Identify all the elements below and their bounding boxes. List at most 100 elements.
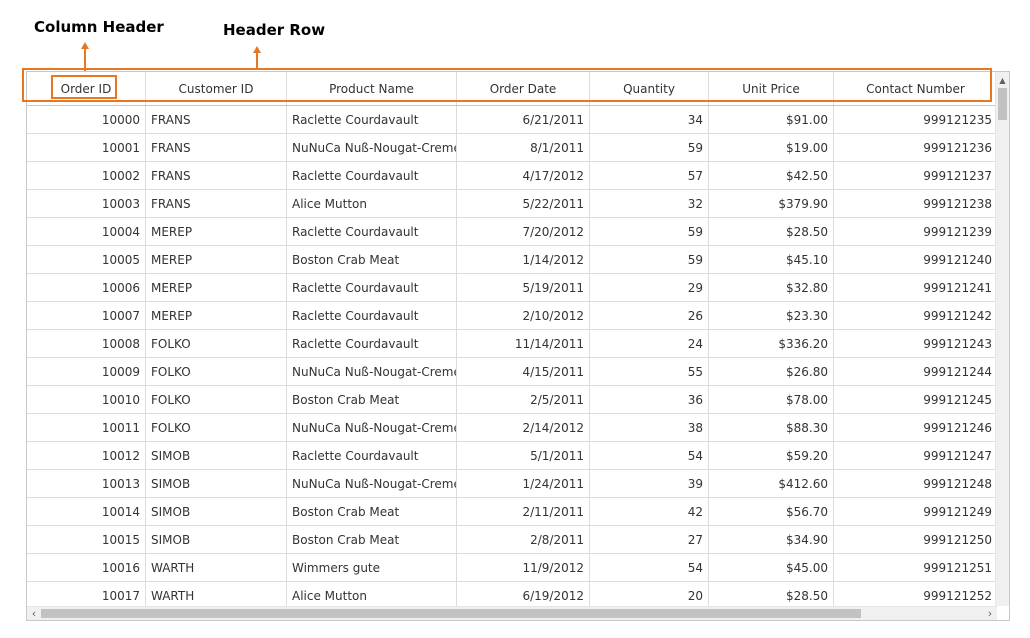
customer-id-cell[interactable]: FRANS — [146, 106, 287, 133]
unit-price-cell[interactable]: $32.80 — [709, 274, 834, 301]
product-name-cell[interactable]: Boston Crab Meat — [287, 246, 457, 273]
unit-price-cell[interactable]: $379.90 — [709, 190, 834, 217]
order-date-cell[interactable]: 5/22/2011 — [457, 190, 590, 217]
table-row[interactable]: 10012 SIMOB Raclette Courdavault 5/1/2011 54… — [27, 442, 997, 470]
order-date-cell[interactable]: 6/19/2012 — [457, 582, 590, 606]
order-id-cell[interactable]: 10014 — [27, 498, 146, 525]
unit-price-cell[interactable]: $59.20 — [709, 442, 834, 469]
column-header-contact-number[interactable]: Contact Number — [834, 72, 997, 105]
order-date-cell[interactable]: 1/14/2012 — [457, 246, 590, 273]
contact-number-cell[interactable]: 999121246 — [834, 414, 997, 441]
unit-price-cell[interactable]: $34.90 — [709, 526, 834, 553]
customer-id-cell[interactable]: FOLKO — [146, 414, 287, 441]
contact-number-cell[interactable]: 999121241 — [834, 274, 997, 301]
order-id-cell[interactable]: 10007 — [27, 302, 146, 329]
chevron-left-icon[interactable]: ‹ — [28, 607, 40, 620]
unit-price-cell[interactable]: $45.10 — [709, 246, 834, 273]
quantity-cell[interactable]: 39 — [590, 470, 709, 497]
quantity-cell[interactable]: 59 — [590, 134, 709, 161]
table-row[interactable]: 10016 WARTH Wimmers gute 11/9/2012 54 $45.00 9… — [27, 554, 997, 582]
product-name-cell[interactable]: NuNuCa Nuß-Nougat-Creme — [287, 414, 457, 441]
table-row[interactable]: 10003 FRANS Alice Mutton 5/22/2011 32 $379.90… — [27, 190, 997, 218]
contact-number-cell[interactable]: 999121244 — [834, 358, 997, 385]
column-header-quantity[interactable]: Quantity — [590, 72, 709, 105]
quantity-cell[interactable]: 27 — [590, 526, 709, 553]
table-row[interactable]: 10011 FOLKO NuNuCa Nuß-Nougat-Creme 2/14/20… — [27, 414, 997, 442]
product-name-cell[interactable]: Raclette Courdavault — [287, 330, 457, 357]
order-date-cell[interactable]: 4/15/2011 — [457, 358, 590, 385]
quantity-cell[interactable]: 57 — [590, 162, 709, 189]
product-name-cell[interactable]: NuNuCa Nuß-Nougat-Creme — [287, 470, 457, 497]
quantity-cell[interactable]: 36 — [590, 386, 709, 413]
order-id-cell[interactable]: 10005 — [27, 246, 146, 273]
vertical-scroll-thumb[interactable] — [998, 88, 1007, 120]
order-id-cell[interactable]: 10017 — [27, 582, 146, 606]
order-id-cell[interactable]: 10013 — [27, 470, 146, 497]
customer-id-cell[interactable]: FOLKO — [146, 386, 287, 413]
customer-id-cell[interactable]: MEREP — [146, 274, 287, 301]
order-date-cell[interactable]: 2/10/2012 — [457, 302, 590, 329]
order-date-cell[interactable]: 11/9/2012 — [457, 554, 590, 581]
table-row[interactable]: 10006 MEREP Raclette Courdavault 5/19/2011 2… — [27, 274, 997, 302]
quantity-cell[interactable]: 42 — [590, 498, 709, 525]
order-date-cell[interactable]: 2/11/2011 — [457, 498, 590, 525]
contact-number-cell[interactable]: 999121250 — [834, 526, 997, 553]
quantity-cell[interactable]: 20 — [590, 582, 709, 606]
product-name-cell[interactable]: Raclette Courdavault — [287, 218, 457, 245]
order-id-cell[interactable]: 10004 — [27, 218, 146, 245]
order-date-cell[interactable]: 5/1/2011 — [457, 442, 590, 469]
product-name-cell[interactable]: Boston Crab Meat — [287, 526, 457, 553]
product-name-cell[interactable]: Raclette Courdavault — [287, 162, 457, 189]
contact-number-cell[interactable]: 999121247 — [834, 442, 997, 469]
order-id-cell[interactable]: 10016 — [27, 554, 146, 581]
table-row[interactable]: 10013 SIMOB NuNuCa Nuß-Nougat-Creme 1/24/20… — [27, 470, 997, 498]
unit-price-cell[interactable]: $23.30 — [709, 302, 834, 329]
customer-id-cell[interactable]: MEREP — [146, 218, 287, 245]
contact-number-cell[interactable]: 999121242 — [834, 302, 997, 329]
quantity-cell[interactable]: 55 — [590, 358, 709, 385]
table-row[interactable]: 10009 FOLKO NuNuCa Nuß-Nougat-Creme 4/15/20… — [27, 358, 997, 386]
product-name-cell[interactable]: NuNuCa Nuß-Nougat-Creme — [287, 358, 457, 385]
customer-id-cell[interactable]: FRANS — [146, 190, 287, 217]
vertical-scrollbar[interactable]: ▲ — [995, 72, 1009, 606]
order-id-cell[interactable]: 10015 — [27, 526, 146, 553]
order-id-cell[interactable]: 10009 — [27, 358, 146, 385]
contact-number-cell[interactable]: 999121248 — [834, 470, 997, 497]
order-id-cell[interactable]: 10000 — [27, 106, 146, 133]
order-id-cell[interactable]: 10012 — [27, 442, 146, 469]
contact-number-cell[interactable]: 999121249 — [834, 498, 997, 525]
quantity-cell[interactable]: 38 — [590, 414, 709, 441]
table-row[interactable]: 10017 WARTH Alice Mutton 6/19/2012 20 $28.50 9… — [27, 582, 997, 606]
contact-number-cell[interactable]: 999121251 — [834, 554, 997, 581]
table-row[interactable]: 10001 FRANS NuNuCa Nuß-Nougat-Creme 8/1/201… — [27, 134, 997, 162]
customer-id-cell[interactable]: FOLKO — [146, 358, 287, 385]
quantity-cell[interactable]: 29 — [590, 274, 709, 301]
table-row[interactable]: 10004 MEREP Raclette Courdavault 7/20/2012 5… — [27, 218, 997, 246]
column-header-order-id[interactable]: Order ID — [27, 72, 146, 105]
order-id-cell[interactable]: 10008 — [27, 330, 146, 357]
quantity-cell[interactable]: 34 — [590, 106, 709, 133]
table-row[interactable]: 10002 FRANS Raclette Courdavault 4/17/2012 5… — [27, 162, 997, 190]
unit-price-cell[interactable]: $19.00 — [709, 134, 834, 161]
column-header-customer-id[interactable]: Customer ID — [146, 72, 287, 105]
customer-id-cell[interactable]: MEREP — [146, 302, 287, 329]
order-date-cell[interactable]: 6/21/2011 — [457, 106, 590, 133]
order-id-cell[interactable]: 10010 — [27, 386, 146, 413]
order-id-cell[interactable]: 10011 — [27, 414, 146, 441]
chevron-up-icon[interactable]: ▲ — [996, 74, 1009, 86]
table-row[interactable]: 10000 FRANS Raclette Courdavault 6/21/2011 3… — [27, 106, 997, 134]
quantity-cell[interactable]: 54 — [590, 442, 709, 469]
table-row[interactable]: 10005 MEREP Boston Crab Meat 1/14/2012 59 $45… — [27, 246, 997, 274]
column-header-order-date[interactable]: Order Date — [457, 72, 590, 105]
table-row[interactable]: 10007 MEREP Raclette Courdavault 2/10/2012 2… — [27, 302, 997, 330]
table-row[interactable]: 10008 FOLKO Raclette Courdavault 11/14/2011… — [27, 330, 997, 358]
unit-price-cell[interactable]: $42.50 — [709, 162, 834, 189]
customer-id-cell[interactable]: FRANS — [146, 134, 287, 161]
quantity-cell[interactable]: 32 — [590, 190, 709, 217]
unit-price-cell[interactable]: $26.80 — [709, 358, 834, 385]
order-id-cell[interactable]: 10003 — [27, 190, 146, 217]
contact-number-cell[interactable]: 999121235 — [834, 106, 997, 133]
order-id-cell[interactable]: 10001 — [27, 134, 146, 161]
product-name-cell[interactable]: Boston Crab Meat — [287, 498, 457, 525]
product-name-cell[interactable]: Wimmers gute — [287, 554, 457, 581]
